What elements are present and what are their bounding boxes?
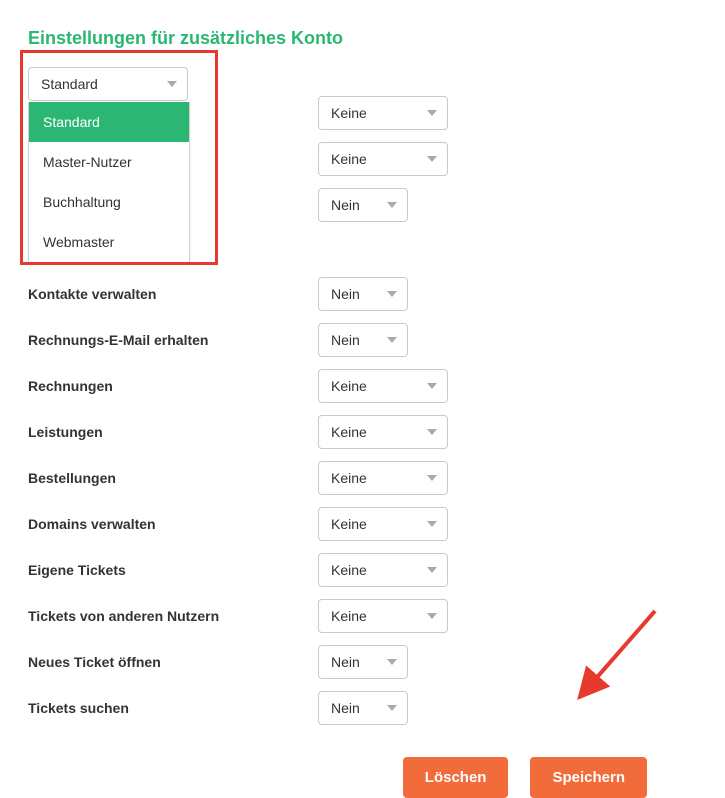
row-select-value: Keine xyxy=(331,608,367,624)
row-select-value: Keine xyxy=(331,151,367,167)
row-select[interactable]: Keine xyxy=(318,369,448,403)
settings-row: Tickets von anderen Nutzern Keine xyxy=(28,593,697,639)
row-select-value: Nein xyxy=(331,700,360,716)
row-select[interactable]: Keine xyxy=(318,415,448,449)
role-option-standard[interactable]: Standard xyxy=(29,102,189,142)
settings-row: Rechnungen Keine xyxy=(28,363,697,409)
save-button[interactable]: Speichern xyxy=(530,757,647,798)
row-select[interactable]: Keine xyxy=(318,507,448,541)
settings-row: Tickets suchen Nein xyxy=(28,685,697,731)
settings-row: Leistungen Keine xyxy=(28,409,697,455)
settings-row: Bestellungen Keine xyxy=(28,455,697,501)
role-dropdown-panel: Standard Master-Nutzer Buchhaltung Webma… xyxy=(28,102,190,263)
row-select-value: Nein xyxy=(331,332,360,348)
row-select-hidden-2[interactable]: Nein xyxy=(318,188,408,222)
row-select[interactable]: Keine xyxy=(318,461,448,495)
row-select[interactable]: Keine xyxy=(318,599,448,633)
row-select-hidden-0[interactable]: Keine xyxy=(318,96,448,130)
row-select-value: Keine xyxy=(331,516,367,532)
row-select-hidden-1[interactable]: Keine xyxy=(318,142,448,176)
chevron-down-icon xyxy=(427,429,437,435)
row-select[interactable]: Nein xyxy=(318,277,408,311)
row-select-value: Nein xyxy=(331,654,360,670)
chevron-down-icon xyxy=(387,659,397,665)
row-label: Tickets suchen xyxy=(28,700,318,716)
row-select[interactable]: Nein xyxy=(318,691,408,725)
chevron-down-icon xyxy=(427,475,437,481)
role-option-buchhaltung[interactable]: Buchhaltung xyxy=(29,182,189,222)
chevron-down-icon xyxy=(427,383,437,389)
chevron-down-icon xyxy=(427,521,437,527)
row-select-value: Keine xyxy=(331,470,367,486)
row-select-value: Nein xyxy=(331,197,360,213)
chevron-down-icon xyxy=(427,156,437,162)
chevron-down-icon xyxy=(427,613,437,619)
row-label: Leistungen xyxy=(28,424,318,440)
role-option-webmaster[interactable]: Webmaster xyxy=(29,222,189,262)
row-label: Domains verwalten xyxy=(28,516,318,532)
page-title: Einstellungen für zusätzliches Konto xyxy=(28,28,697,49)
row-label: Kontakte verwalten xyxy=(28,286,318,302)
row-label: Bestellungen xyxy=(28,470,318,486)
row-label: Rechnungen xyxy=(28,378,318,394)
chevron-down-icon xyxy=(167,81,177,87)
settings-row: Kontakte verwalten Nein xyxy=(28,271,697,317)
row-label: Tickets von anderen Nutzern xyxy=(28,608,318,624)
row-label: Rechnungs-E-Mail erhalten xyxy=(28,332,318,348)
row-select[interactable]: Keine xyxy=(318,553,448,587)
settings-row: Rechnungs-E-Mail erhalten Nein xyxy=(28,317,697,363)
chevron-down-icon xyxy=(387,705,397,711)
row-select-value: Keine xyxy=(331,424,367,440)
chevron-down-icon xyxy=(427,567,437,573)
row-select-value: Keine xyxy=(331,378,367,394)
chevron-down-icon xyxy=(387,202,397,208)
settings-row: Neues Ticket öffnen Nein xyxy=(28,639,697,685)
chevron-down-icon xyxy=(387,337,397,343)
row-label: Eigene Tickets xyxy=(28,562,318,578)
row-label: Neues Ticket öffnen xyxy=(28,654,318,670)
row-select-value: Keine xyxy=(331,105,367,121)
chevron-down-icon xyxy=(387,291,397,297)
row-select[interactable]: Nein xyxy=(318,323,408,357)
role-option-master[interactable]: Master-Nutzer xyxy=(29,142,189,182)
settings-row: Domains verwalten Keine xyxy=(28,501,697,547)
settings-row: Eigene Tickets Keine xyxy=(28,547,697,593)
row-select-value: Nein xyxy=(331,286,360,302)
row-select-value: Keine xyxy=(331,562,367,578)
delete-button[interactable]: Löschen xyxy=(403,757,509,798)
chevron-down-icon xyxy=(427,110,437,116)
row-select[interactable]: Nein xyxy=(318,645,408,679)
